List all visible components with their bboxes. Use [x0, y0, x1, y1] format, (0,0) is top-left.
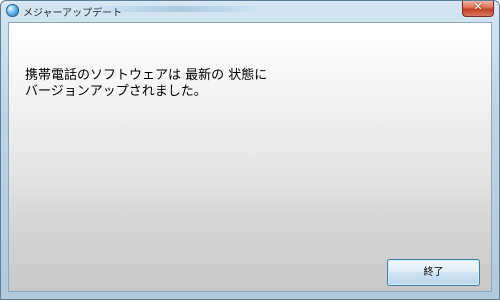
dialog-content-area: 携帯電話のソフトウェアは 最新の 状態に バージョンアップされました。 終了 — [8, 22, 492, 292]
title-bar[interactable]: メジャーアップデート ✕ — [1, 1, 499, 21]
message-line-2: バージョンアップされました。 — [25, 84, 207, 99]
title-bar-glare — [93, 6, 263, 12]
dialog-window: メジャーアップデート ✕ 携帯電話のソフトウェアは 最新の 状態に バージョンア… — [0, 0, 500, 300]
finish-button[interactable]: 終了 — [387, 259, 480, 286]
message-line-1: 携帯電話のソフトウェアは 最新の 状態に — [25, 68, 268, 83]
update-message: 携帯電話のソフトウェアは 最新の 状態に バージョンアップされました。 — [25, 68, 267, 100]
close-button[interactable]: ✕ — [462, 1, 494, 17]
globe-app-icon — [6, 4, 19, 17]
close-icon: ✕ — [473, 0, 483, 13]
